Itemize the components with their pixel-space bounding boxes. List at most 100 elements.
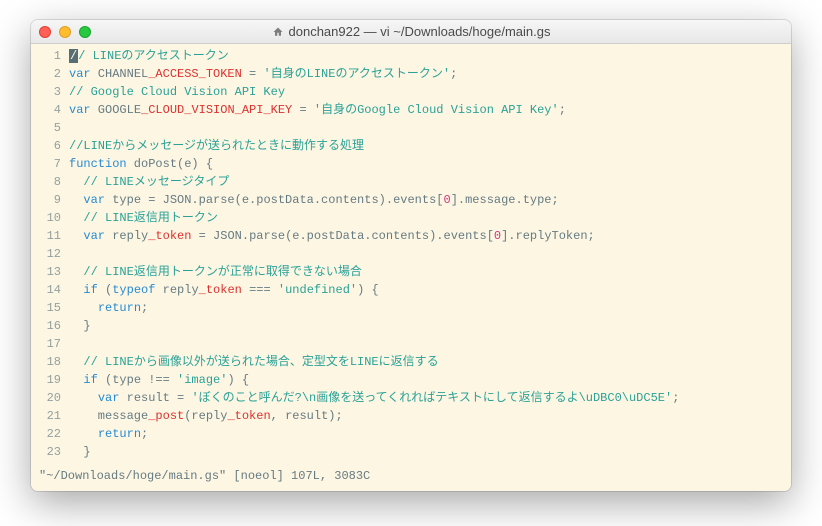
minimize-icon[interactable] — [59, 26, 71, 38]
token-ident — [69, 193, 83, 207]
code-line[interactable]: 6//LINEからメッセージが送られたときに動作する処理 — [31, 137, 791, 155]
titlebar[interactable]: donchan922 — vi ~/Downloads/hoge/main.gs — [31, 20, 791, 44]
code-line[interactable]: 22 return; — [31, 425, 791, 443]
token-keyword: var — [69, 67, 91, 81]
token-ident — [69, 427, 98, 441]
code-line[interactable]: 8 // LINEメッセージタイプ — [31, 173, 791, 191]
token-ident: ; — [141, 427, 148, 441]
token-ident: (type !== — [98, 373, 177, 387]
token-ident — [69, 373, 83, 387]
code-content[interactable]: if (type !== 'image') { — [69, 371, 791, 389]
token-ident: ; — [141, 301, 148, 315]
line-number: 17 — [31, 335, 69, 353]
code-content[interactable]: var reply_token = JSON.parse(e.postData.… — [69, 227, 791, 245]
token-comment: // LINE返信用トークン — [83, 211, 217, 225]
token-keyword: if — [83, 373, 97, 387]
vim-status-line: "~/Downloads/hoge/main.gs" [noeol] 107L,… — [31, 467, 791, 491]
code-line[interactable]: 23 } — [31, 443, 791, 461]
code-content[interactable]: // LINEから画像以外が送られた場合、定型文をLINEに返信する — [69, 353, 791, 371]
code-line[interactable]: 10 // LINE返信用トークン — [31, 209, 791, 227]
token-ident: ) { — [357, 283, 379, 297]
code-content[interactable]: // LINEメッセージタイプ — [69, 173, 791, 191]
code-content[interactable]: // LINEのアクセストークン — [69, 47, 791, 65]
code-content[interactable]: //LINEからメッセージが送られたときに動作する処理 — [69, 137, 791, 155]
window-title-text: donchan922 — vi ~/Downloads/hoge/main.gs — [289, 24, 551, 39]
close-icon[interactable] — [39, 26, 51, 38]
token-keyword: typeof — [112, 283, 155, 297]
token-cursor: / — [69, 49, 78, 63]
code-line[interactable]: 11 var reply_token = JSON.parse(e.postDa… — [31, 227, 791, 245]
code-line[interactable]: 3// Google Cloud Vision API Key — [31, 83, 791, 101]
token-ident: ) { — [227, 373, 249, 387]
code-line[interactable]: 2var CHANNEL_ACCESS_TOKEN = '自身のLINEのアクセ… — [31, 65, 791, 83]
token-op: ; — [450, 67, 457, 81]
line-number: 22 — [31, 425, 69, 443]
code-content[interactable]: if (typeof reply_token === 'undefined') … — [69, 281, 791, 299]
code-line[interactable]: 14 if (typeof reply_token === 'undefined… — [31, 281, 791, 299]
code-line[interactable]: 5 — [31, 119, 791, 137]
code-line[interactable]: 18 // LINEから画像以外が送られた場合、定型文をLINEに返信する — [31, 353, 791, 371]
zoom-icon[interactable] — [79, 26, 91, 38]
token-comment: // LINEから画像以外が送られた場合、定型文をLINEに返信する — [83, 355, 438, 369]
code-line[interactable]: 16 } — [31, 317, 791, 335]
code-content[interactable]: var result = 'ぼくのこと呼んだ?\n画像を送ってくれればテキストに… — [69, 389, 791, 407]
code-line[interactable]: 20 var result = 'ぼくのこと呼んだ?\n画像を送ってくれればテキ… — [31, 389, 791, 407]
code-content[interactable] — [69, 119, 791, 137]
token-number: 0 — [443, 193, 450, 207]
code-content[interactable] — [69, 335, 791, 353]
token-ident: } — [69, 445, 91, 459]
line-number: 4 — [31, 101, 69, 119]
line-number: 21 — [31, 407, 69, 425]
token-op: ; — [559, 103, 566, 117]
code-line[interactable]: 19 if (type !== 'image') { — [31, 371, 791, 389]
code-line[interactable]: 9 var type = JSON.parse(e.postData.conte… — [31, 191, 791, 209]
code-line[interactable]: 1// LINEのアクセストークン — [31, 47, 791, 65]
token-keyword: var — [69, 103, 91, 117]
token-ident: , result); — [271, 409, 343, 423]
line-number: 1 — [31, 47, 69, 65]
token-ident — [69, 283, 83, 297]
line-number: 10 — [31, 209, 69, 227]
line-number: 11 — [31, 227, 69, 245]
line-number: 18 — [31, 353, 69, 371]
token-ident: === — [242, 283, 278, 297]
token-ident: ; — [672, 391, 679, 405]
code-content[interactable]: function doPost(e) { — [69, 155, 791, 173]
editor-area[interactable]: 1// LINEのアクセストークン2var CHANNEL_ACCESS_TOK… — [31, 44, 791, 467]
token-varred: _CLOUD_VISION_API_KEY — [141, 103, 292, 117]
code-line[interactable]: 15 return; — [31, 299, 791, 317]
code-line[interactable]: 17 — [31, 335, 791, 353]
token-ident: reply — [105, 229, 148, 243]
code-line[interactable]: 4var GOOGLE_CLOUD_VISION_API_KEY = '自身のG… — [31, 101, 791, 119]
token-varred: _ACCESS_TOKEN — [148, 67, 242, 81]
code-content[interactable]: // Google Cloud Vision API Key — [69, 83, 791, 101]
code-line[interactable]: 7function doPost(e) { — [31, 155, 791, 173]
code-content[interactable] — [69, 245, 791, 263]
code-content[interactable]: return; — [69, 425, 791, 443]
code-content[interactable]: // LINE返信用トークン — [69, 209, 791, 227]
token-ident: message — [69, 409, 148, 423]
code-line[interactable]: 13 // LINE返信用トークンが正常に取得できない場合 — [31, 263, 791, 281]
token-ident — [69, 211, 83, 225]
line-number: 2 — [31, 65, 69, 83]
token-comment: / LINEのアクセストークン — [78, 49, 229, 63]
code-content[interactable]: message_post(reply_token, result); — [69, 407, 791, 425]
line-number: 14 — [31, 281, 69, 299]
code-content[interactable]: var CHANNEL_ACCESS_TOKEN = '自身のLINEのアクセス… — [69, 65, 791, 83]
code-content[interactable]: return; — [69, 299, 791, 317]
token-ident: CHANNEL — [91, 67, 149, 81]
line-number: 6 — [31, 137, 69, 155]
code-content[interactable]: var type = JSON.parse(e.postData.content… — [69, 191, 791, 209]
code-content[interactable]: } — [69, 317, 791, 335]
window-title: donchan922 — vi ~/Downloads/hoge/main.gs — [31, 24, 791, 39]
code-line[interactable]: 12 — [31, 245, 791, 263]
token-ident: (reply — [184, 409, 227, 423]
code-content[interactable]: } — [69, 443, 791, 461]
code-content[interactable]: var GOOGLE_CLOUD_VISION_API_KEY = '自身のGo… — [69, 101, 791, 119]
code-content[interactable]: // LINE返信用トークンが正常に取得できない場合 — [69, 263, 791, 281]
token-keyword: function — [69, 157, 127, 171]
code-line[interactable]: 21 message_post(reply_token, result); — [31, 407, 791, 425]
token-varred: _post — [148, 409, 184, 423]
token-keyword: return — [98, 301, 141, 315]
token-ident: doPost(e) { — [127, 157, 213, 171]
